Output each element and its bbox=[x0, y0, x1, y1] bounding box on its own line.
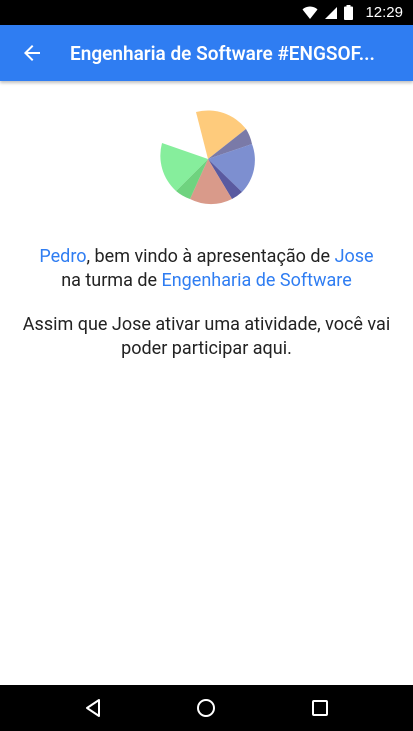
wifi-icon bbox=[302, 6, 318, 19]
nav-back-icon bbox=[85, 699, 100, 717]
info-message: Assim que Jose ativar uma atividade, voc… bbox=[22, 314, 391, 359]
page-title: Engenharia de Software #ENGSOF... bbox=[70, 41, 375, 65]
course-link[interactable]: Engenharia de Software bbox=[162, 270, 352, 291]
welcome-message: Pedro, bem vindo à apresentação de Jose … bbox=[0, 245, 413, 293]
nav-recents-icon bbox=[312, 700, 329, 716]
navigation-bar bbox=[0, 685, 413, 731]
nav-recents-button[interactable] bbox=[296, 685, 344, 731]
pie-chart-logo bbox=[160, 110, 255, 205]
status-bar: 12:29 bbox=[0, 0, 413, 25]
app-bar: Engenharia de Software #ENGSOF... bbox=[0, 25, 413, 81]
welcome-text: , bem vindo à apresentação de bbox=[86, 246, 335, 267]
status-icons: 12:29 bbox=[302, 0, 403, 25]
signal-icon bbox=[325, 6, 338, 19]
status-time: 12:29 bbox=[365, 4, 403, 21]
nav-home-icon bbox=[197, 699, 216, 717]
battery-icon bbox=[344, 5, 354, 20]
class-text: na turma de bbox=[61, 270, 162, 291]
arrow-back-icon bbox=[24, 45, 40, 61]
nav-back-button[interactable] bbox=[69, 685, 117, 731]
back-button[interactable] bbox=[4, 25, 60, 81]
user-name-link[interactable]: Pedro bbox=[39, 246, 86, 267]
nav-home-button[interactable] bbox=[182, 685, 230, 731]
presenter-link[interactable]: Jose bbox=[335, 246, 374, 267]
main-content: Pedro, bem vindo à apresentação de Jose … bbox=[0, 81, 413, 685]
